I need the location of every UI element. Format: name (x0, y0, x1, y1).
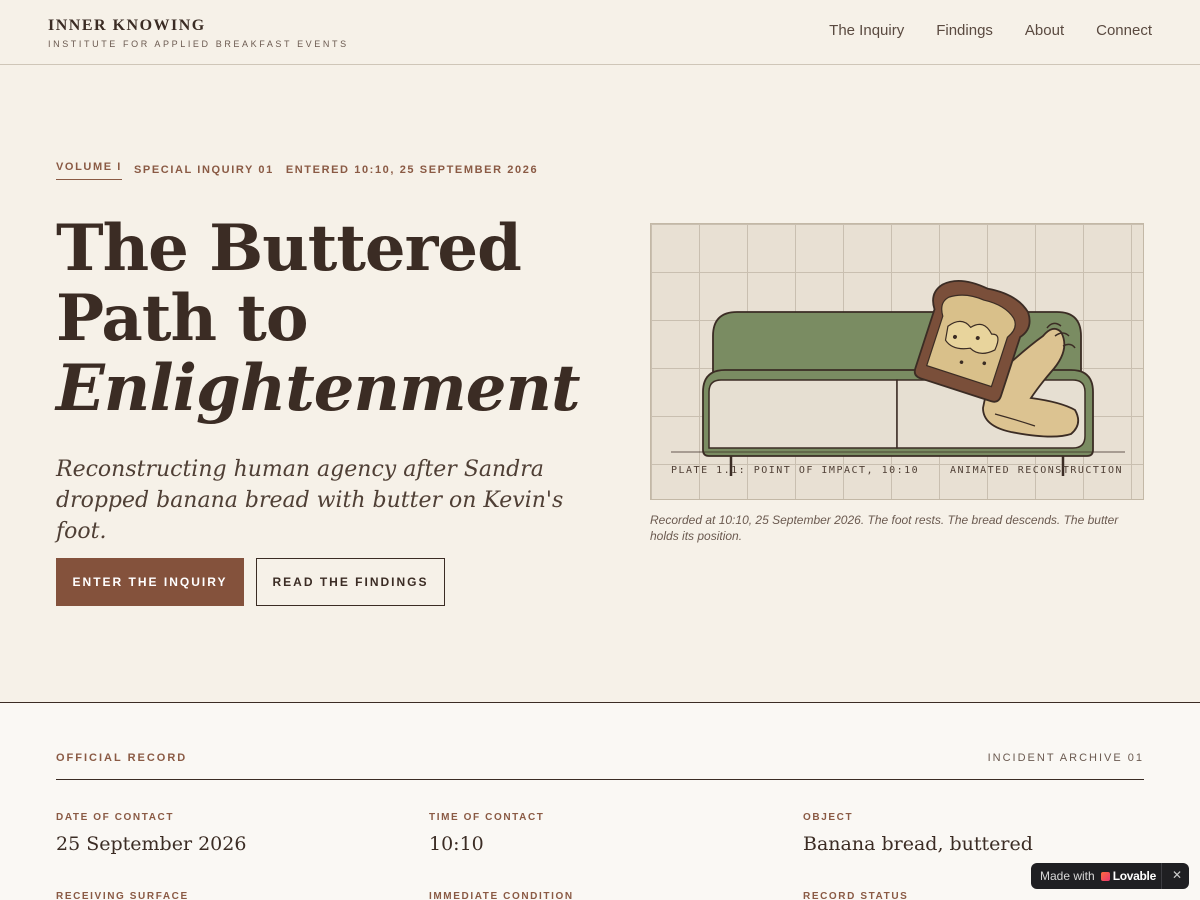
made-with-lovable-badge[interactable]: Made with Lovable ✕ (1031, 863, 1189, 889)
plate-caption: Recorded at 10:10, 25 September 2026. Th… (650, 513, 1119, 543)
entered-label: ENTERED 10:10, 25 SEPTEMBER 2026 (285, 164, 539, 176)
record-heading: OFFICIAL RECORD (56, 752, 188, 764)
nav-link-the-inquiry[interactable]: The Inquiry (829, 22, 904, 39)
enter-inquiry-button[interactable]: ENTER THE INQUIRY (56, 558, 244, 606)
official-record: OFFICIAL RECORD INCIDENT ARCHIVE 01 DATE… (0, 702, 1200, 900)
sofa-bread-illustration (671, 279, 1125, 476)
close-icon[interactable]: ✕ (1172, 868, 1182, 882)
lovable-logo-icon (1100, 871, 1110, 881)
field-label: IMMEDIATE CONDITION (429, 891, 574, 900)
record-field-status: RECORD STATUS (803, 891, 908, 900)
nav-link-findings[interactable]: Findings (936, 22, 993, 39)
field-value: 10:10 (429, 833, 484, 855)
plate-illustration: PLATE 1.1: POINT OF IMPACT, 10:10 ANIMAT… (650, 223, 1144, 500)
record-field-time: TIME OF CONTACT 10:10 (429, 812, 544, 855)
site-header: INNER KNOWING INSTITUTE FOR APPLIED BREA… (0, 0, 1200, 65)
field-label: RECEIVING SURFACE (56, 891, 189, 900)
record-field-date: DATE OF CONTACT 25 September 2026 (56, 812, 246, 855)
field-value: Banana bread, buttered (803, 833, 1033, 855)
inquiry-label: SPECIAL INQUIRY 01 (133, 164, 274, 176)
volume-label: VOLUME I (56, 161, 122, 180)
badge-divider (1161, 863, 1162, 889)
field-label: OBJECT (803, 812, 854, 823)
hero-title-line-3: Enlightenment (56, 351, 581, 426)
record-archive-label: INCIDENT ARCHIVE 01 (987, 752, 1144, 764)
hero-title-line-1: The Buttered (56, 211, 522, 286)
badge-brand: Lovable (1112, 869, 1157, 883)
read-findings-button[interactable]: READ THE FINDINGS (256, 558, 445, 606)
field-value: 25 September 2026 (56, 833, 247, 855)
field-label: RECORD STATUS (803, 891, 909, 900)
field-label: TIME OF CONTACT (429, 812, 545, 823)
record-field-receiving-surface: RECEIVING SURFACE (56, 891, 189, 900)
brand-title[interactable]: INNER KNOWING (48, 17, 206, 35)
hero-subtitle: Reconstructing human agency after Sandra… (56, 457, 564, 544)
record-field-immediate-condition: IMMEDIATE CONDITION (429, 891, 574, 900)
field-label: DATE OF CONTACT (56, 812, 175, 823)
brand-subtitle: INSTITUTE FOR APPLIED BREAKFAST EVENTS (48, 39, 349, 49)
reconstruction-label: ANIMATED RECONSTRUCTION (950, 465, 1123, 476)
hero-eyebrow: VOLUME I SPECIAL INQUIRY 01 ENTERED 10:1… (56, 161, 538, 180)
hero-title: The Buttered Path to Enlightenment (56, 214, 616, 424)
hero-title-line-2: Path to (56, 281, 309, 356)
main-nav: The Inquiry Findings About Connect (829, 22, 1152, 39)
sofa-cushion-left (708, 379, 898, 449)
nav-link-connect[interactable]: Connect (1096, 22, 1152, 39)
record-field-object: OBJECT Banana bread, buttered (803, 812, 1033, 855)
plate-label: PLATE 1.1: POINT OF IMPACT, 10:10 (671, 465, 920, 476)
badge-made-with: Made with (1040, 869, 1095, 883)
nav-link-about[interactable]: About (1025, 22, 1064, 39)
record-divider (56, 779, 1144, 780)
